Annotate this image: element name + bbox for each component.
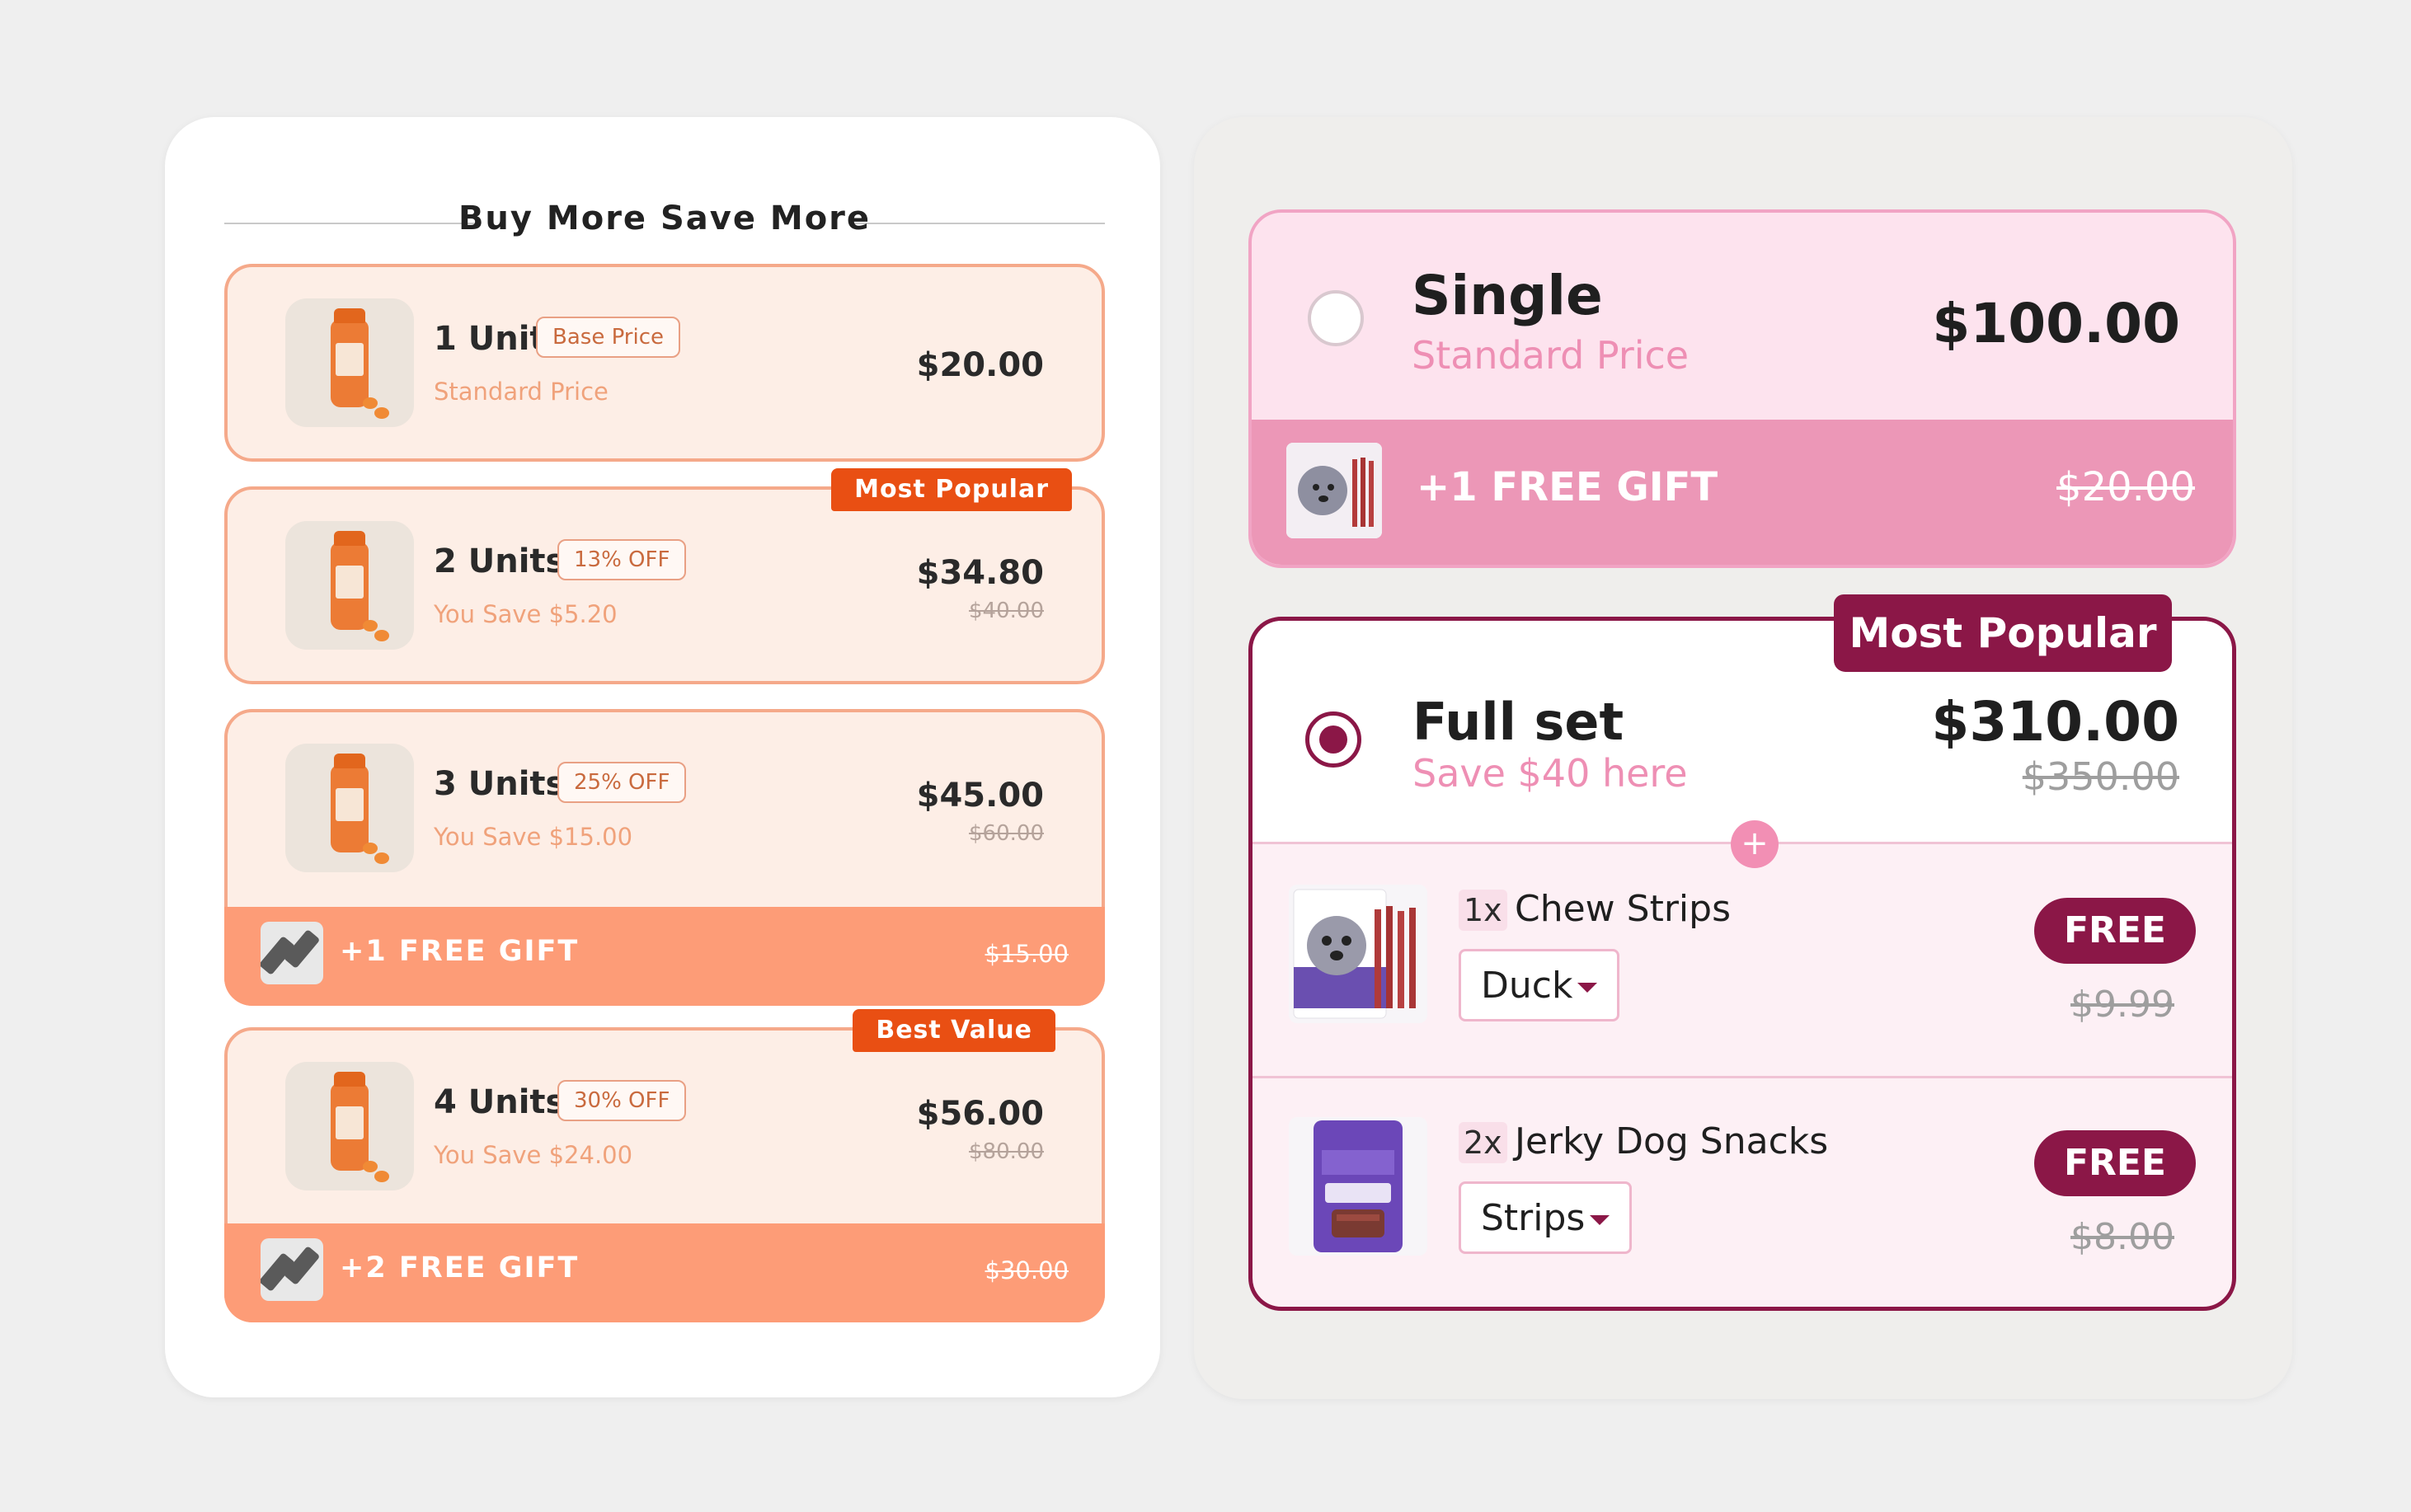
chew-strips-image	[1289, 885, 1427, 1023]
option-subtext: Standard Price	[1412, 333, 1690, 378]
tier-option-4-units[interactable]: Best Value 4 Units 30% OFF You Save $24.…	[224, 1009, 1105, 1322]
variant-value: Strips	[1481, 1197, 1586, 1239]
discount-chip: Base Price	[536, 317, 681, 358]
best-value-ribbon: Best Value	[853, 1009, 1055, 1052]
free-gift-label: +1 FREE GIFT	[1417, 464, 1718, 510]
discount-chip: 30% OFF	[557, 1080, 687, 1121]
tier-option-1-unit[interactable]: 1 Unit Base Price Standard Price $20.00	[224, 264, 1105, 462]
tier-option-2-units[interactable]: Most Popular 2 Units 13% OFF You Save $5…	[224, 468, 1105, 684]
dog-treat-image	[1286, 443, 1382, 538]
tier-name: 4 Units	[434, 1083, 566, 1121]
tier-subtext: You Save $24.00	[434, 1141, 633, 1169]
tier-option-3-units[interactable]: 3 Units 25% OFF You Save $15.00 $45.00 $…	[224, 709, 1105, 1006]
tier-price: $45.00	[916, 777, 1044, 815]
caret-down-icon	[1577, 983, 1598, 993]
variant-value: Duck	[1481, 965, 1573, 1007]
option-original-price: $350.00	[2022, 754, 2179, 799]
bundle-item-chew-strips: 1x Chew Strips Duck FREE $9.99	[1252, 845, 2232, 1076]
gift-image	[261, 922, 323, 984]
product-image	[285, 744, 414, 872]
discount-chip: 25% OFF	[557, 762, 687, 803]
product-image	[285, 1062, 414, 1190]
jerky-image	[1289, 1117, 1427, 1256]
variant-select[interactable]: Duck	[1459, 949, 1620, 1021]
item-name: Jerky Dog Snacks	[1515, 1120, 1829, 1162]
option-title: Full set	[1412, 692, 1624, 752]
caret-down-icon	[1590, 1215, 1610, 1225]
option-price: $100.00	[1932, 292, 2180, 355]
option-title: Single	[1412, 264, 1603, 327]
section-header: Buy More Save More	[224, 190, 1105, 257]
item-name: Chew Strips	[1515, 888, 1732, 930]
tier-subtext: You Save $15.00	[434, 823, 633, 851]
item-quantity: 1x	[1459, 890, 1507, 931]
option-price: $310.00	[1931, 690, 2179, 754]
bundle-card-right: Single Standard Price $100.00 +1 FREE GI…	[1194, 117, 2292, 1399]
tier-original-price: $80.00	[969, 1139, 1044, 1164]
tier-name: 3 Units	[434, 765, 566, 803]
tier-name: 1 Unit	[434, 320, 546, 358]
free-gift-bar: +2 FREE GIFT $30.00	[224, 1223, 1105, 1322]
variant-select[interactable]: Strips	[1459, 1181, 1633, 1254]
product-image	[285, 298, 414, 427]
most-popular-ribbon: Most Popular	[1834, 594, 2172, 672]
free-gift-label: +1 FREE GIFT	[340, 935, 580, 968]
tier-price: $20.00	[916, 346, 1044, 384]
gift-original-price: $20.00	[2056, 464, 2195, 510]
tier-original-price: $60.00	[969, 821, 1044, 846]
gift-image	[261, 1238, 323, 1301]
free-badge: FREE	[2033, 898, 2196, 964]
item-quantity: 2x	[1459, 1122, 1507, 1163]
bundle-card-left: Buy More Save More 1 Unit Base Price Sta…	[165, 117, 1160, 1397]
tier-subtext: You Save $5.20	[434, 600, 618, 628]
tier-original-price: $40.00	[969, 599, 1044, 623]
gift-original-price: $30.00	[985, 1256, 1069, 1284]
free-gift-label: +2 FREE GIFT	[340, 1251, 580, 1284]
section-title: Buy More Save More	[458, 200, 872, 237]
tier-name: 2 Units	[434, 542, 566, 580]
free-badge: FREE	[2033, 1130, 2196, 1196]
free-gift-bar: +1 FREE GIFT $15.00	[224, 907, 1105, 1006]
product-image	[285, 521, 414, 650]
radio-selected[interactable]	[1305, 711, 1361, 768]
option-subtext: Save $40 here	[1412, 751, 1688, 796]
most-popular-ribbon: Most Popular	[831, 468, 1072, 511]
gift-original-price: $15.00	[985, 940, 1069, 968]
discount-chip: 13% OFF	[557, 539, 687, 580]
item-original-price: $8.00	[2070, 1216, 2174, 1258]
option-full-set[interactable]: Most Popular Full set Save $40 here $310…	[1248, 594, 2236, 1311]
free-gift-bar: +1 FREE GIFT $20.00	[1252, 420, 2233, 565]
tier-price: $56.00	[916, 1095, 1044, 1133]
tier-price: $34.80	[916, 554, 1044, 592]
option-single[interactable]: Single Standard Price $100.00 +1 FREE GI…	[1248, 209, 2236, 568]
radio-unselected[interactable]	[1308, 290, 1364, 346]
bundle-item-jerky: 2x Jerky Dog Snacks Strips FREE $8.00	[1252, 1078, 2232, 1308]
item-original-price: $9.99	[2070, 984, 2174, 1026]
tier-subtext: Standard Price	[434, 378, 609, 406]
